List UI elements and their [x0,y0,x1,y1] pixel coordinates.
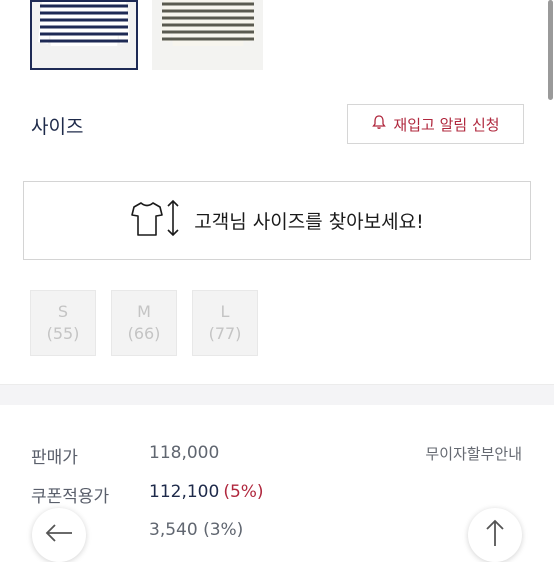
sale-price-label: 판매가 [31,448,78,468]
size-option-l[interactable]: L (77) [192,290,258,356]
sale-price-value: 118,000 [149,443,220,463]
section-divider [0,384,554,405]
size-option-m[interactable]: M (66) [111,290,177,356]
find-size-label: 고객님 사이즈를 찾아보세요! [194,211,424,233]
coupon-price-row: 쿠폰적용가 112,100 (5%) [31,482,264,507]
coupon-discount-percent: (5%) [223,482,264,502]
coupon-price-value: 112,100 [149,482,220,502]
coupon-price-label: 쿠폰적용가 [31,487,110,507]
installment-info-link[interactable]: 무이자할부안내 [425,443,522,464]
size-option-name: L [220,302,230,321]
find-size-icons [130,198,180,243]
size-section-title: 사이즈 [31,116,84,138]
size-option-sub: (66) [127,324,161,343]
height-arrow-icon [166,198,180,243]
sale-price-row: 판매가 118,000 [31,443,219,468]
color-swatch-beige[interactable] [152,0,263,70]
restock-alert-label: 재입고 알림 신청 [393,115,500,134]
size-option-sub: (55) [46,324,80,343]
color-swatch-navy[interactable] [30,0,138,70]
arrow-left-icon [44,522,74,548]
size-option-name: M [137,302,151,321]
arrow-up-icon [484,518,506,552]
restock-alert-button[interactable]: 재입고 알림 신청 [347,104,524,144]
tshirt-icon [130,199,164,242]
size-option-s[interactable]: S (55) [30,290,96,356]
find-size-button[interactable]: 고객님 사이즈를 찾아보세요! [23,181,531,260]
bell-icon [371,114,387,134]
points-value: 3,540 (3%) [149,520,244,540]
color-swatch-row [0,0,554,72]
size-option-name: S [57,302,69,321]
scrollbar[interactable] [548,0,553,100]
size-option-sub: (77) [208,324,242,343]
